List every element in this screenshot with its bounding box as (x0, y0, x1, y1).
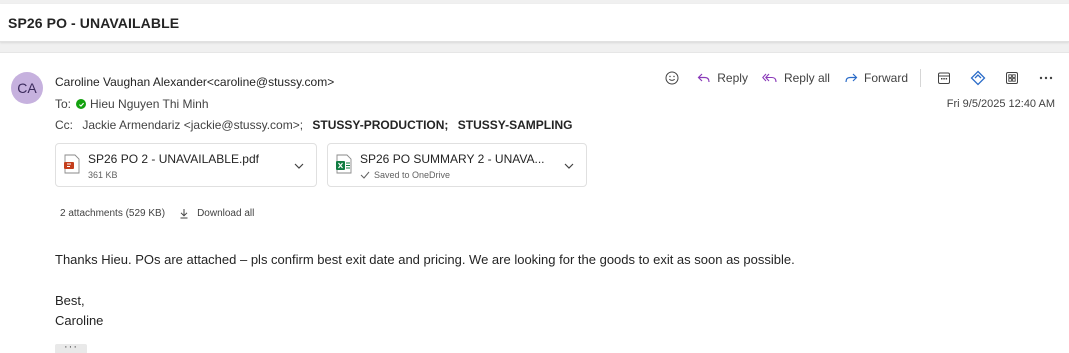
message-pane: CA Caroline Vaughan Alexander<caroline@s… (0, 52, 1069, 353)
attachment-card[interactable]: SP26 PO 2 - UNAVAILABLE.pdf 361 KB (55, 143, 317, 187)
show-quoted-text-button[interactable]: ··· (55, 342, 87, 353)
reply-all-label: Reply all (783, 71, 830, 85)
attachment-size: 361 KB (88, 170, 118, 180)
sender-name[interactable]: Caroline Vaughan Alexander<caroline@stus… (55, 75, 334, 89)
to-recipient[interactable]: Hieu Nguyen Thi Minh (90, 97, 209, 111)
apps-icon (1006, 72, 1018, 84)
more-actions-button[interactable] (1035, 67, 1057, 89)
email-subject: SP26 PO - UNAVAILABLE (8, 15, 180, 31)
cc-line: Cc: Jackie Armendariz <jackie@stussy.com… (55, 118, 572, 132)
onedrive-status-label: Saved to OneDrive (374, 170, 451, 180)
cc-label: Cc: (55, 118, 73, 132)
chevron-down-icon[interactable] (562, 159, 576, 173)
attachments-count: 2 attachments (529 KB) (60, 208, 166, 219)
reply-all-icon (762, 73, 777, 83)
sender-avatar[interactable]: CA (11, 72, 43, 104)
pdf-file-icon (64, 154, 80, 174)
body-line: Caroline (55, 313, 104, 328)
chevron-down-icon[interactable] (292, 159, 306, 173)
attachment-name: SP26 PO SUMMARY 2 - UNAVA... (360, 152, 545, 166)
body-line: Thanks Hieu. POs are attached – pls conf… (55, 252, 795, 267)
loop-button[interactable] (967, 67, 989, 89)
forward-icon (845, 73, 858, 83)
attachment-card[interactable]: SP26 PO SUMMARY 2 - UNAVA... Saved to On… (327, 143, 587, 187)
forward-button[interactable]: Forward (844, 71, 908, 85)
download-all-button[interactable]: Download all (179, 208, 254, 219)
cc-recipient[interactable]: Jackie Armendariz <jackie@stussy.com>; (82, 118, 303, 132)
forward-label: Forward (863, 71, 908, 85)
cc-recipient[interactable]: STUSSY-SAMPLING (458, 118, 573, 132)
reaction-button[interactable] (661, 67, 683, 89)
body-line: Best, (55, 293, 85, 308)
download-icon (180, 209, 188, 219)
to-line: To: Hieu Nguyen Thi Minh (55, 97, 209, 111)
cc-recipient[interactable]: STUSSY-PRODUCTION; (312, 118, 448, 132)
subject-bar: SP26 PO - UNAVAILABLE (0, 4, 1069, 42)
apps-button[interactable] (1001, 67, 1023, 89)
actions-divider (920, 69, 921, 87)
attachment-name: SP26 PO 2 - UNAVAILABLE.pdf (88, 152, 259, 166)
presence-available-icon (76, 99, 87, 109)
download-all-label: Download all (197, 208, 255, 219)
reply-icon (697, 73, 710, 83)
more-horizontal-icon (1039, 76, 1053, 80)
loop-icon (970, 70, 986, 86)
sent-date: Fri 9/5/2025 12:40 AM (946, 98, 1055, 110)
excel-file-icon (336, 154, 352, 174)
attachment-status: Saved to OneDrive (360, 170, 450, 180)
calendar-button[interactable] (933, 67, 955, 89)
calendar-icon (938, 72, 950, 84)
reply-label: Reply (717, 71, 748, 85)
reply-all-button[interactable]: Reply all (762, 71, 830, 85)
checkmark-icon (360, 171, 370, 179)
to-label: To: (55, 97, 72, 111)
attachments-summary: 2 attachments (529 KB) Download all (60, 208, 254, 219)
reply-button[interactable]: Reply (697, 71, 748, 85)
smiley-icon (665, 71, 679, 85)
message-actions: Reply Reply all Forward (649, 67, 1057, 89)
